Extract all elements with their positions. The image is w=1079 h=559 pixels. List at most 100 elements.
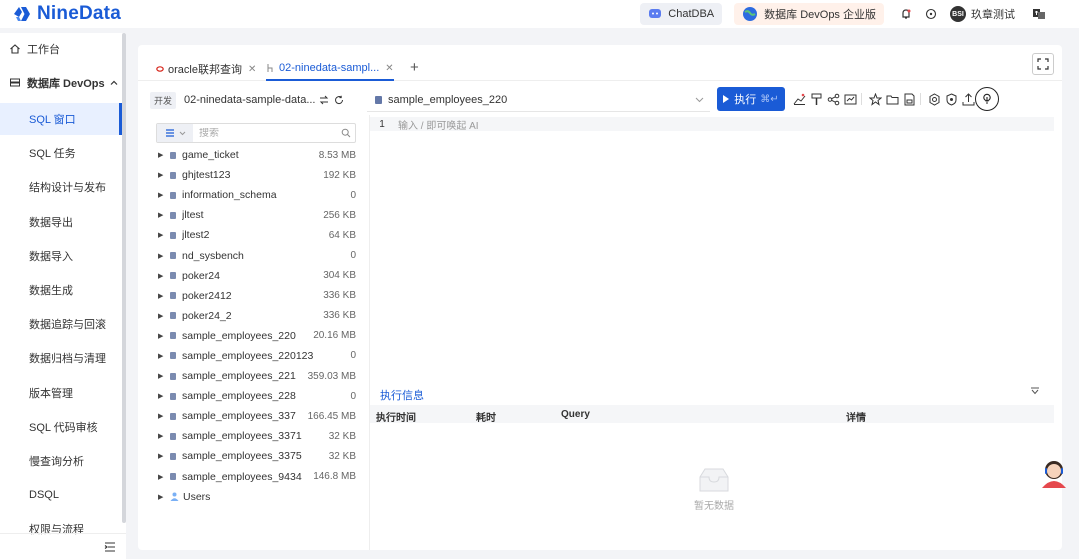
tree-item-database[interactable]: ▶ sample_employees_221 359.03 MB bbox=[156, 366, 356, 386]
expand-caret-icon[interactable]: ▶ bbox=[158, 272, 168, 280]
collapse-menu-icon[interactable] bbox=[104, 542, 116, 552]
logo[interactable]: NineData bbox=[12, 3, 121, 25]
chart-icon[interactable] bbox=[842, 91, 858, 107]
explain-icon[interactable] bbox=[791, 91, 807, 107]
sidebar-item[interactable]: 慢查询分析 bbox=[0, 445, 122, 477]
expand-caret-icon[interactable]: ▶ bbox=[158, 312, 168, 320]
expand-caret-icon[interactable]: ▶ bbox=[158, 171, 168, 179]
database-name: sample_employees_3371 bbox=[182, 430, 302, 443]
expand-caret-icon[interactable]: ▶ bbox=[158, 452, 168, 460]
tree-item-database[interactable]: ▶ sample_employees_220123 0 bbox=[156, 346, 356, 366]
sidebar-item[interactable]: 版本管理 bbox=[0, 377, 122, 409]
expand-caret-icon[interactable]: ▶ bbox=[158, 151, 168, 159]
user-avatar[interactable]: BSI bbox=[950, 6, 966, 22]
tree-item-database[interactable]: ▶ information_schema 0 bbox=[156, 185, 356, 205]
favorite-star-icon[interactable] bbox=[867, 91, 883, 107]
search-icon[interactable] bbox=[341, 128, 351, 138]
expand-caret-icon[interactable]: ▶ bbox=[158, 231, 168, 239]
tree-item-database[interactable]: ▶ jltest 256 KB bbox=[156, 205, 356, 225]
tree-item-database[interactable]: ▶ ghjtest123 192 KB bbox=[156, 165, 356, 185]
database-name: 02-ninedata-sample-data... bbox=[184, 94, 316, 106]
refresh-icon[interactable] bbox=[334, 95, 344, 105]
fullscreen-button[interactable] bbox=[1032, 53, 1054, 75]
sidebar-item[interactable]: 数据归档与清理 bbox=[0, 342, 122, 374]
share-icon[interactable] bbox=[825, 91, 841, 107]
close-icon[interactable]: ✕ bbox=[385, 63, 393, 74]
datasource-select[interactable]: sample_employees_220 bbox=[367, 88, 710, 112]
tree-item-database[interactable]: ▶ game_ticket 8.53 MB bbox=[156, 145, 356, 165]
close-icon[interactable]: ✕ bbox=[248, 64, 256, 75]
expand-caret-icon[interactable]: ▶ bbox=[158, 292, 168, 300]
sidebar-item[interactable]: DSQL bbox=[0, 479, 122, 511]
datasource-value: sample_employees_220 bbox=[388, 93, 508, 106]
username[interactable]: 玖章测试 bbox=[971, 6, 1015, 22]
tree-item-database[interactable]: ▶ sample_employees_9434 146.8 MB bbox=[156, 467, 356, 487]
folder-icon[interactable] bbox=[884, 91, 900, 107]
ai-assistant-button[interactable] bbox=[975, 87, 999, 111]
expand-caret-icon[interactable]: ▶ bbox=[158, 252, 168, 260]
expand-caret-icon[interactable]: ▶ bbox=[158, 473, 168, 481]
editor-current-line[interactable]: 1 输入 / 即可唤起 AI bbox=[370, 117, 1054, 132]
sidebar-item[interactable]: SQL 窗口 bbox=[0, 103, 122, 135]
tab-ninedata-sample[interactable]: 02-ninedata-sampl... ✕ bbox=[266, 57, 394, 81]
tree-item-database[interactable]: ▶ poker2412 336 KB bbox=[156, 286, 356, 306]
sidebar-item[interactable]: 数据导出 bbox=[0, 206, 122, 238]
tree-filter-select[interactable] bbox=[157, 124, 193, 142]
tree-item-database[interactable]: ▶ poker24_2 336 KB bbox=[156, 306, 356, 326]
expand-caret-icon[interactable]: ▶ bbox=[158, 211, 168, 219]
tree-item-database[interactable]: ▶ nd_sysbench 0 bbox=[156, 245, 356, 265]
database-selector[interactable]: 开发 02-ninedata-sample-data... bbox=[150, 91, 350, 109]
tree-item-database[interactable]: ▶ poker24 304 KB bbox=[156, 266, 356, 286]
language-switch-button[interactable] bbox=[1029, 4, 1049, 24]
tree-item-database[interactable]: ▶ sample_employees_220 20.16 MB bbox=[156, 326, 356, 346]
sidebar-item-label: 结构设计与发布 bbox=[29, 182, 106, 195]
expand-caret-icon[interactable]: ▶ bbox=[158, 372, 168, 380]
expand-caret-icon[interactable]: ▶ bbox=[158, 332, 168, 340]
sidebar-item[interactable]: 数据生成 bbox=[0, 274, 122, 306]
tree-item-database[interactable]: ▶ sample_employees_337 166.45 MB bbox=[156, 406, 356, 426]
notification-button[interactable] bbox=[896, 4, 916, 24]
security-shield-icon[interactable] bbox=[943, 91, 959, 107]
sidebar-item[interactable]: 数据导入 bbox=[0, 240, 122, 272]
tree-item-database[interactable]: ▶ Users bbox=[156, 487, 356, 507]
database-name: jltest bbox=[182, 209, 204, 222]
collapse-panel-icon[interactable] bbox=[1030, 387, 1040, 395]
sql-editor[interactable]: 1 输入 / 即可唤起 AI bbox=[370, 115, 1054, 373]
tab-oracle-federated-query[interactable]: oracle联邦查询 ✕ bbox=[156, 57, 256, 81]
expand-caret-icon[interactable]: ▶ bbox=[158, 412, 168, 420]
devops-edition-button[interactable]: 数据库 DevOps 企业版 bbox=[734, 3, 884, 25]
sidebar-item[interactable]: 结构设计与发布 bbox=[0, 171, 122, 203]
settings-gear-icon[interactable] bbox=[926, 91, 942, 107]
tree-search-input[interactable] bbox=[199, 127, 329, 139]
sidebar-item[interactable]: 数据追踪与回滚 bbox=[0, 308, 122, 340]
expand-caret-icon[interactable]: ▶ bbox=[158, 191, 168, 199]
chatdba-button[interactable]: ChatDBA bbox=[640, 3, 723, 25]
tree-item-database[interactable]: ▶ jltest2 64 KB bbox=[156, 225, 356, 245]
tab-label: 02-ninedata-sampl... bbox=[279, 62, 380, 74]
sidebar-item[interactable]: SQL 代码审核 bbox=[0, 411, 122, 443]
tree-item-database[interactable]: ▶ sample_employees_3371 32 KB bbox=[156, 426, 356, 446]
sidebar-scrollbar[interactable] bbox=[122, 33, 126, 523]
format-brush-icon[interactable] bbox=[808, 91, 824, 107]
expand-caret-icon[interactable]: ▶ bbox=[158, 392, 168, 400]
sidebar-item-workbench[interactable]: 工作台 bbox=[0, 33, 122, 65]
database-switch-icon[interactable] bbox=[319, 95, 329, 105]
tab-execution-info[interactable]: 执行信息 bbox=[380, 387, 424, 407]
assistant-avatar-button[interactable] bbox=[1040, 458, 1068, 490]
sidebar-item-label: SQL 窗口 bbox=[29, 114, 76, 126]
tree-item-database[interactable]: ▶ sample_employees_228 0 bbox=[156, 386, 356, 406]
save-file-icon[interactable] bbox=[901, 91, 917, 107]
execute-button[interactable]: 执行 ⌘↵ bbox=[717, 87, 785, 111]
add-tab-icon[interactable]: + bbox=[410, 59, 419, 76]
expand-caret-icon[interactable]: ▶ bbox=[158, 432, 168, 440]
expand-caret-icon[interactable]: ▶ bbox=[158, 493, 168, 501]
tree-item-database[interactable]: ▶ sample_employees_3375 32 KB bbox=[156, 446, 356, 466]
sidebar-group-devops[interactable]: 数据库 DevOps bbox=[0, 67, 122, 99]
database-name: sample_employees_228 bbox=[182, 390, 296, 403]
upload-icon[interactable] bbox=[960, 91, 976, 107]
help-button[interactable] bbox=[921, 4, 941, 24]
sidebar-item[interactable]: SQL 任务 bbox=[0, 137, 122, 169]
expand-caret-icon[interactable]: ▶ bbox=[158, 352, 168, 360]
sidebar-item-label: SQL 任务 bbox=[29, 148, 76, 161]
empty-text: 暂无数据 bbox=[694, 501, 734, 512]
